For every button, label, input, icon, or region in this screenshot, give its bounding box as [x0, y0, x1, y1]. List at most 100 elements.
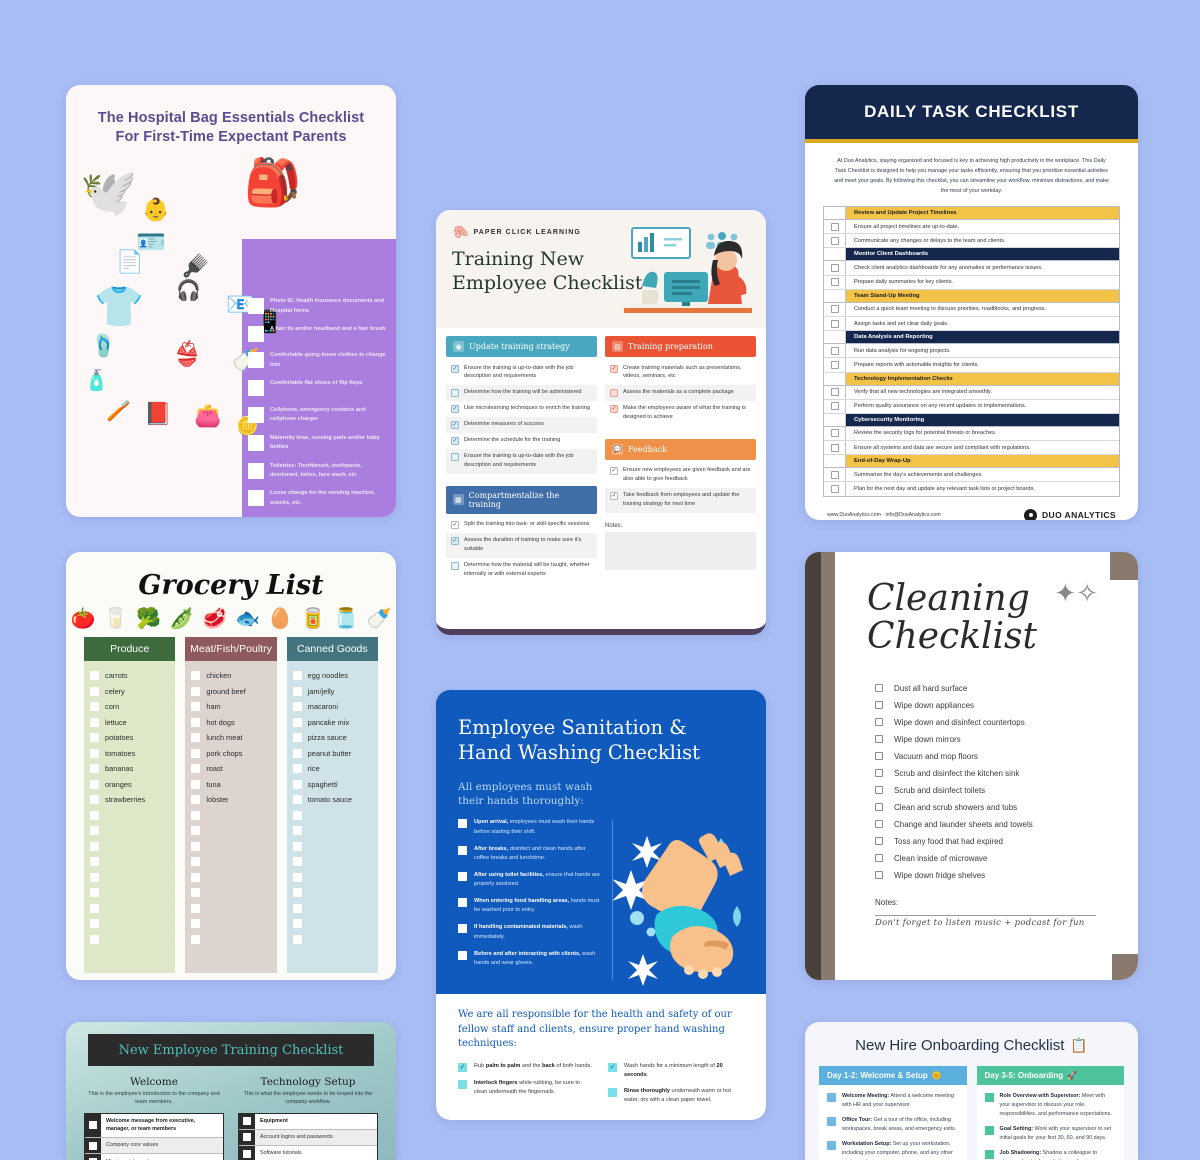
list-item[interactable]: pork chops [191, 746, 270, 762]
checkbox[interactable] [191, 733, 201, 743]
checkbox[interactable] [827, 1117, 836, 1127]
table-row[interactable]: Ensure all project timelines are up-to-d… [824, 220, 1119, 235]
table-row[interactable]: Review the security logs for potential t… [824, 426, 1119, 442]
list-item[interactable]: corn [90, 699, 169, 715]
checkbox[interactable] [191, 934, 201, 944]
list-item-blank[interactable] [90, 932, 169, 948]
list-item[interactable]: tuna [191, 777, 270, 793]
checkbox[interactable]: ✓ [451, 537, 459, 546]
checkbox[interactable] [875, 684, 883, 693]
checkbox[interactable] [292, 779, 302, 789]
list-item-blank[interactable] [90, 808, 169, 824]
list-item[interactable]: ✓ Determine how the training will be admi… [446, 384, 597, 401]
checkbox-cell[interactable] [824, 344, 846, 358]
checkbox[interactable] [875, 820, 883, 829]
checkbox[interactable] [292, 857, 302, 867]
checkbox[interactable] [248, 462, 264, 479]
list-item[interactable]: After breaks, disinfect and clean hands … [458, 845, 602, 864]
checkbox[interactable] [191, 686, 201, 696]
column-items[interactable]: Welcome Meeting: Attend a welcome meetin… [819, 1085, 967, 1160]
checkbox[interactable] [248, 490, 264, 507]
checkbox[interactable]: ✓ [610, 405, 618, 414]
checkbox[interactable] [90, 717, 99, 727]
list-item[interactable]: egg noodles [292, 668, 372, 684]
list-item-blank[interactable] [292, 823, 372, 839]
checkbox-cell[interactable] [85, 1113, 101, 1137]
checkbox[interactable] [191, 888, 201, 898]
list-item[interactable]: Workstation Setup: Set up your workstati… [827, 1140, 959, 1160]
checkbox[interactable] [984, 1093, 994, 1102]
checkbox[interactable] [90, 810, 99, 820]
checkbox[interactable] [243, 1149, 251, 1158]
list-item[interactable]: Change and launder sheets and towels [875, 816, 1138, 833]
checkbox[interactable]: ✓ [451, 437, 459, 446]
checkbox[interactable] [90, 686, 99, 696]
checkbox[interactable] [191, 826, 201, 836]
checkbox[interactable] [292, 872, 302, 882]
checkbox[interactable] [458, 845, 467, 855]
table-row[interactable]: Ensure all systems and data are secure a… [824, 441, 1119, 456]
checkbox[interactable] [90, 779, 99, 789]
checkbox[interactable] [830, 222, 839, 231]
checkbox[interactable] [292, 903, 302, 913]
list-item[interactable]: Toss any food that had expired [875, 833, 1138, 850]
checkbox[interactable]: ✓ [451, 405, 459, 414]
table-row[interactable]: Assign tasks and set clear daily goals. [824, 316, 1119, 332]
list-item-blank[interactable] [90, 870, 169, 886]
table-row[interactable]: Perform quality assurance on any recent … [824, 399, 1119, 414]
list-item-blank[interactable] [292, 854, 372, 870]
checkbox[interactable] [292, 733, 302, 743]
table-row[interactable]: Summarize the day's achievements and cha… [824, 468, 1119, 483]
checkbox[interactable] [292, 888, 302, 898]
checkbox[interactable] [827, 1093, 836, 1102]
checkbox[interactable] [90, 919, 99, 929]
checkbox[interactable] [875, 769, 883, 778]
checkbox-cell[interactable] [824, 234, 846, 248]
checkbox-cell[interactable] [85, 1137, 101, 1154]
list-item[interactable]: ✓ Determine the schedule for the training [446, 433, 597, 449]
checkbox[interactable] [89, 1141, 97, 1150]
checkbox[interactable] [90, 934, 99, 944]
list-item[interactable]: Dust all hard surface [875, 680, 1138, 697]
list-item-blank[interactable] [292, 901, 372, 917]
checkbox[interactable] [292, 826, 302, 836]
list-item[interactable]: ✓ Make the employees aware of what the tr… [605, 401, 756, 426]
list-item[interactable]: Vacuum and mop floors [875, 748, 1138, 765]
checkbox[interactable] [292, 702, 302, 712]
list-item[interactable]: If handling contaminated materials, wash… [458, 923, 602, 942]
list-item-blank[interactable] [90, 916, 169, 932]
checkbox[interactable] [191, 795, 201, 805]
table-row[interactable]: Run data analysis for ongoing projects. [824, 344, 1119, 359]
checkbox[interactable] [608, 1087, 617, 1097]
list-item[interactable]: Loose change for the vending machine, sn… [248, 489, 392, 508]
checkbox[interactable] [458, 924, 467, 934]
card-employee-sanitation-checklist[interactable]: Employee Sanitation & Hand Washing Check… [436, 690, 766, 1120]
checkbox[interactable]: ✓ [451, 562, 459, 571]
list-item[interactable]: jam/jelly [292, 684, 372, 700]
checkbox[interactable] [292, 919, 302, 929]
checkbox[interactable]: ✓ [451, 453, 459, 462]
list-item[interactable]: After using toilet facilities, ensure th… [458, 871, 602, 890]
notes-value[interactable]: Don't forget to listen music + podcast f… [835, 916, 1138, 928]
checkbox-cell[interactable] [824, 302, 846, 316]
checkbox[interactable] [827, 1141, 836, 1151]
list-item[interactable]: Mission statement [85, 1154, 223, 1160]
list-item[interactable]: Cellphone, emergency contacts and cellph… [248, 406, 392, 425]
table-row[interactable]: Conduct a quick team meeting to discuss … [824, 302, 1119, 317]
checkbox[interactable] [90, 857, 99, 867]
list-item-blank[interactable] [292, 916, 372, 932]
card-new-hire-onboarding-checklist[interactable]: New Hire Onboarding Checklist 📋 Day 1-2:… [805, 1022, 1138, 1160]
checkbox[interactable] [830, 236, 839, 245]
checkbox[interactable] [830, 388, 839, 397]
checkbox-cell[interactable] [85, 1154, 101, 1160]
checkbox-cell[interactable] [239, 1129, 255, 1145]
checkbox[interactable] [458, 1079, 467, 1089]
checkbox[interactable] [984, 1150, 994, 1160]
table-row[interactable]: Check client analytics dashboards for an… [824, 261, 1119, 276]
checkbox[interactable] [292, 841, 302, 851]
checkbox[interactable] [248, 434, 264, 451]
checkbox[interactable] [458, 871, 467, 881]
list-item[interactable]: Clean and scrub showers and tubs [875, 799, 1138, 816]
checkbox-cell[interactable] [824, 441, 846, 455]
list-item[interactable]: Equipment [239, 1113, 377, 1130]
